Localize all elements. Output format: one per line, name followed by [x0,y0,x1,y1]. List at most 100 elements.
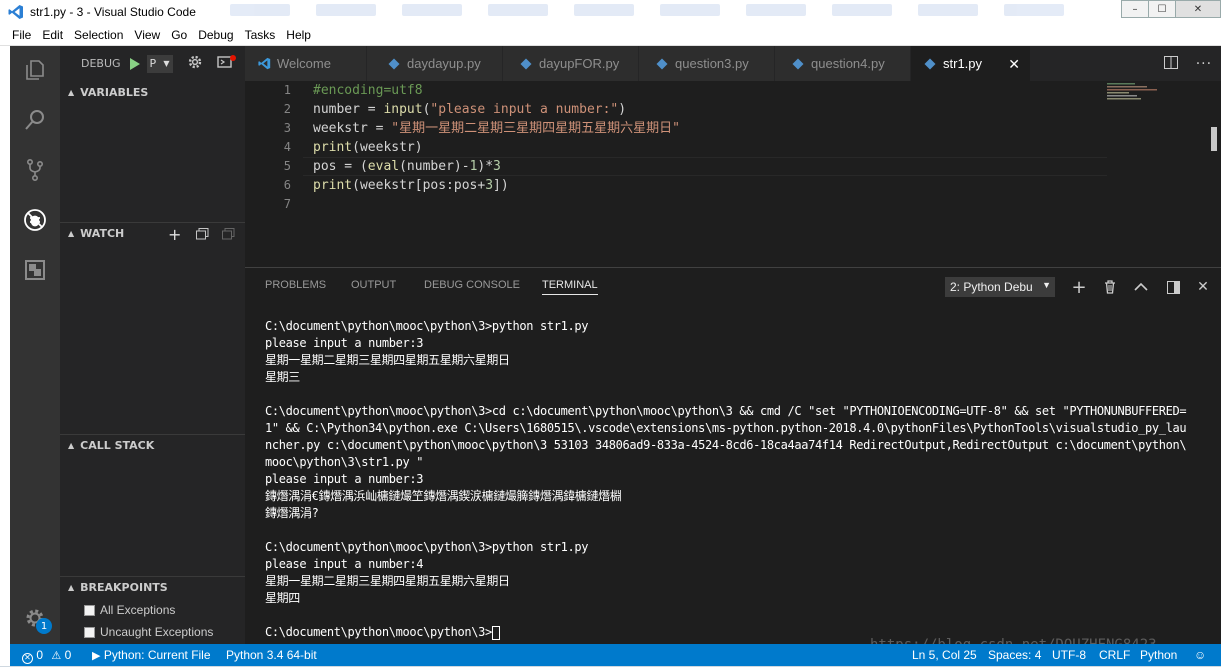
tab-dayupfor[interactable]: dayupFOR.py [503,46,639,81]
tab-question4[interactable]: question4.py [775,46,911,81]
debug-settings-gear-icon[interactable] [187,54,203,73]
more-actions-icon[interactable]: ··· [1196,56,1212,72]
line-number: 7 [283,197,291,211]
code-token: 3 [493,159,501,174]
feedback-smiley-icon[interactable]: ☺ [1194,644,1206,666]
trash-icon[interactable] [1100,277,1120,297]
new-terminal-icon[interactable]: + [1069,277,1089,298]
tab-question3[interactable]: question3.py [639,46,775,81]
code-token: #encoding=utf8 [313,83,423,98]
activity-bar: 1 [10,46,60,644]
call-stack-section-header[interactable]: ▲ CALL STACK [60,434,245,456]
maximize-panel-icon[interactable] [1131,277,1151,297]
variables-section-header[interactable]: ▲ VARIABLES [60,81,245,103]
terminal-line: C:\document\python\mooc\python\3>cd c:\d… [265,404,1187,418]
watch-section-header[interactable]: ▲ WATCH + [60,222,245,244]
tab-daydayup[interactable]: daydayup.py [367,46,503,81]
python-icon [655,57,669,71]
explorer-icon[interactable] [10,48,60,92]
terminal-line: please input a number:3 [265,336,424,350]
terminal-select[interactable]: 2: Python Debu ▼ [945,277,1055,297]
code-line: pos = (eval(number)-1)*3 [313,157,501,176]
menu-view[interactable]: View [134,28,160,42]
debug-icon[interactable] [10,198,60,242]
python-icon [387,57,401,71]
terminal-line: 鏄熸湡涓€鏄熸湡浜屾槦鏈熶笁鏄熸湡鍥涙槦鏈熶簲鏄熸湡鍏槦鏈熸棩 [265,489,622,503]
menu-debug[interactable]: Debug [198,28,233,42]
indentation-status[interactable]: Spaces: 4 [988,644,1041,666]
bottom-panel: PROBLEMS OUTPUT DEBUG CONSOLE TERMINAL 2… [245,267,1221,644]
line-number: 5 [283,159,291,173]
code-token: eval [367,159,400,174]
source-control-icon[interactable] [10,148,60,192]
breakpoint-uncaught-exceptions[interactable]: Uncaught Exceptions [84,621,213,643]
language-mode-status[interactable]: Python [1140,644,1177,666]
play-icon: ▶ [92,650,101,662]
eol-status[interactable]: CRLF [1099,644,1130,666]
chevron-down-icon: ▲ [68,87,75,97]
close-tab-icon[interactable]: ✕ [1008,56,1020,73]
editor-actions: ··· [1155,46,1221,81]
close-panel-icon[interactable]: ✕ [1193,277,1213,297]
menu-edit[interactable]: Edit [42,28,63,42]
tab-welcome[interactable]: Welcome [245,46,367,81]
collapse-all-icon[interactable] [196,228,209,243]
terminal-select-value: 2: Python Debu [950,280,1033,294]
remove-all-icon[interactable] [222,228,235,243]
editor-scrollbar[interactable] [1211,127,1217,151]
problems-status[interactable]: ✕ 0 ⚠ 0 [22,644,71,666]
panel-tab-debug-console[interactable]: DEBUG CONSOLE [424,279,520,291]
panel-tab-problems[interactable]: PROBLEMS [265,279,326,291]
terminal-line: 1" && C:\Python34\python.exe C:\Users\16… [265,421,1187,435]
window-left-frame [0,46,10,667]
line-number: 2 [283,102,291,116]
code-line: #encoding=utf8 [313,81,423,100]
chevron-down-icon: ▲ [68,583,75,592]
python-interpreter-status[interactable]: Python 3.4 64-bit [226,644,317,666]
extensions-icon[interactable] [10,248,60,292]
minimize-button[interactable]: – [1121,0,1149,18]
terminal-line: mooc\python\3\str1.py " [265,455,424,469]
terminal-line: ncher.py c:\document\python\mooc\python\… [265,438,1187,452]
menu-go[interactable]: Go [171,28,187,42]
start-debugging-button[interactable] [129,56,145,72]
terminal-line: please input a number:3 [265,472,424,486]
tab-str1[interactable]: str1.py ✕ [911,46,1031,81]
code-editor[interactable]: 1 2 3 4 5 6 7 #encoding=utf8 number = in… [245,81,1221,267]
minimap[interactable] [1107,81,1207,111]
toggle-panel-position-icon[interactable] [1163,277,1183,297]
panel-tab-terminal[interactable]: TERMINAL [542,279,598,295]
debug-config-value: P [149,57,157,70]
add-expression-icon[interactable]: + [168,225,181,244]
terminal-line: 星期三 [265,370,300,384]
menu-help[interactable]: Help [286,28,311,42]
code-token: weekstr = [313,121,392,136]
debug-config-select[interactable]: P ▼ [146,54,173,73]
terminal-cursor [491,625,500,640]
search-icon[interactable] [10,98,60,142]
code-token: input [383,102,423,117]
menu-tasks[interactable]: Tasks [245,28,276,42]
maximize-button[interactable]: ☐ [1148,0,1176,18]
menu-file[interactable]: File [12,28,31,42]
breakpoints-section-header[interactable]: ▲ BREAKPOINTS [60,576,245,598]
menu-selection[interactable]: Selection [74,28,123,42]
line-number: 3 [283,121,291,135]
cursor-position-status[interactable]: Ln 5, Col 25 [912,644,977,666]
terminal-output[interactable]: C:\document\python\mooc\python\3>python … [265,318,1210,641]
python-icon [519,57,533,71]
panel-tab-output[interactable]: OUTPUT [351,279,396,291]
settings-gear-icon[interactable] [10,596,60,640]
checkbox[interactable] [84,626,95,638]
encoding-status[interactable]: UTF-8 [1052,644,1086,666]
close-window-button[interactable]: ✕ [1175,0,1221,18]
breakpoint-all-exceptions[interactable]: All Exceptions [84,599,175,621]
checkbox[interactable] [84,604,95,616]
debug-config-status[interactable]: ▶ Python: Current File [92,644,211,666]
debug-console-icon[interactable] [216,54,237,73]
split-editor-icon[interactable] [1163,55,1178,72]
terminal-line: C:\document\python\mooc\python\3>python … [265,319,589,333]
vscode-icon [257,57,271,71]
